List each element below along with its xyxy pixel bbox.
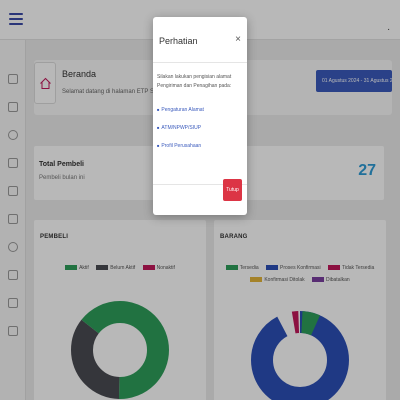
modal-link-npwp[interactable]: ATM/NPWP/SIUP [157,123,245,133]
modal-title: Perhatian [159,36,198,46]
modal-link-list: Pengaturan Alamat ATM/NPWP/SIUP Profil P… [157,105,245,151]
modal-body: Silakan lakukan pengisian alamat Pengiri… [157,73,245,159]
close-button[interactable]: Tutup [223,179,242,201]
modal-link-profil[interactable]: Profil Perusahaan [157,141,245,151]
attention-modal: Perhatian × Silakan lakukan pengisian al… [153,17,247,215]
modal-message: Silakan lakukan pengisian alamat Pengiri… [157,74,232,89]
modal-footer: Tutup [153,179,247,215]
modal-link-alamat[interactable]: Pengaturan Alamat [157,105,245,115]
modal-header: Perhatian × [153,17,247,63]
close-icon[interactable]: × [235,34,241,45]
